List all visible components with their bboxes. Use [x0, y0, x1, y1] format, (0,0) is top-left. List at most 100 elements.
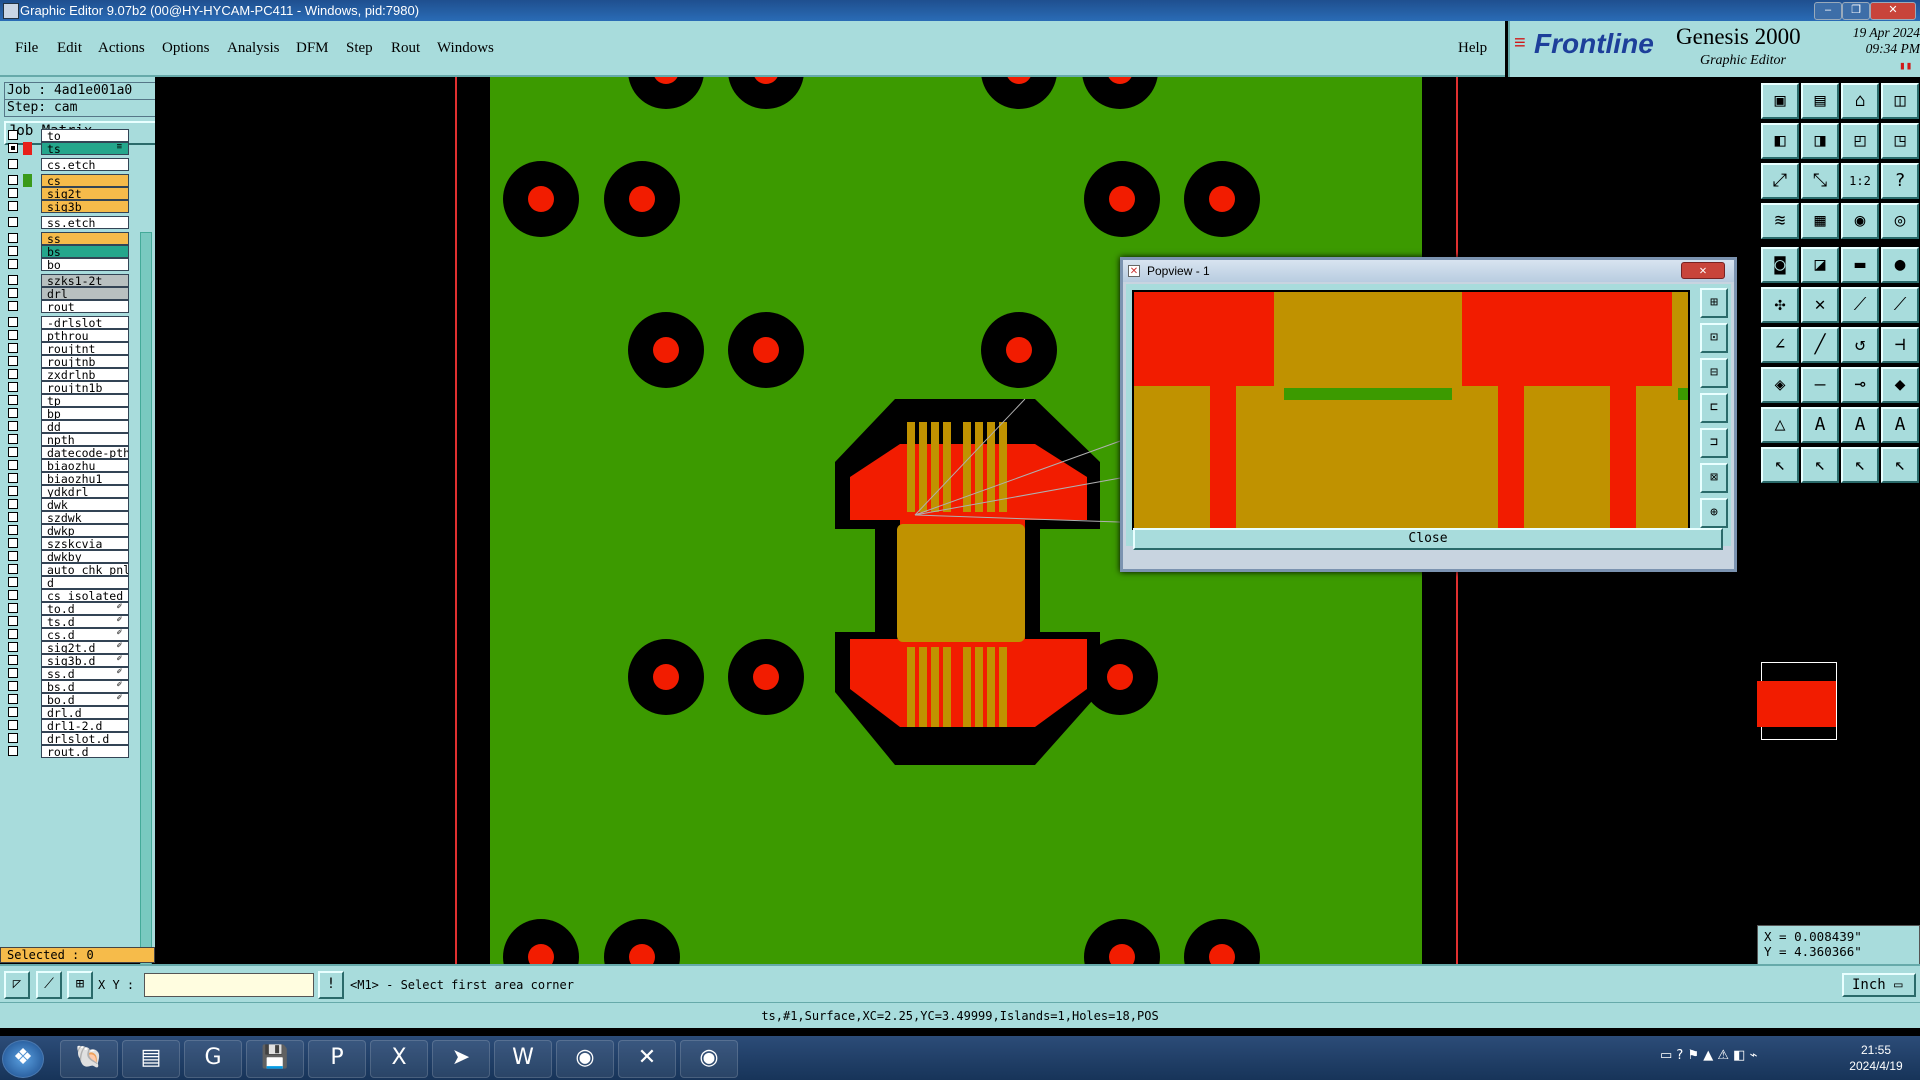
layer-name[interactable]: datecode-pth	[41, 446, 129, 459]
layer-row[interactable]: szks1-2t	[6, 274, 129, 287]
layer-row[interactable]: bs	[6, 245, 129, 258]
layer-row[interactable]: ss.etch	[6, 216, 129, 229]
layer-name[interactable]: drl1-2.d	[41, 719, 129, 732]
layer-checkbox[interactable]	[8, 655, 18, 665]
layer-row[interactable]: bp	[6, 407, 129, 420]
layer-name[interactable]: cs_isolated	[41, 589, 129, 602]
layer-row[interactable]: szdwk	[6, 511, 129, 524]
layer-checkbox[interactable]	[8, 733, 18, 743]
layer-checkbox[interactable]	[8, 356, 18, 366]
layer-row[interactable]: drl	[6, 287, 129, 300]
layer-name[interactable]: ydkdrl	[41, 485, 129, 498]
layer-name[interactable]: szks1-2t	[41, 274, 129, 287]
layer-row[interactable]: biaozhu	[6, 459, 129, 472]
layer-name[interactable]: cs	[41, 174, 129, 187]
layer-row[interactable]: sig3b.d ✐	[6, 654, 129, 667]
popview-zoom-canvas[interactable]	[1132, 290, 1690, 530]
layer-row[interactable]: bo.d ✐	[6, 693, 129, 706]
layer-name[interactable]: dd	[41, 420, 129, 433]
popview-close-button[interactable]: Close	[1133, 528, 1723, 550]
taskbar-app-8[interactable]: W	[494, 1040, 552, 1078]
popview-title-bar[interactable]: ✕ Popview - 1	[1123, 260, 1734, 282]
layer-name[interactable]: pthrou	[41, 329, 129, 342]
layer-checkbox[interactable]	[8, 746, 18, 756]
popview-close-icon[interactable]: ✕	[1681, 262, 1725, 279]
tool-button-19[interactable]: ●	[1881, 247, 1919, 283]
layer-name[interactable]: biaozhu	[41, 459, 129, 472]
layer-row[interactable]: roujtn1b	[6, 381, 129, 394]
layer-name[interactable]: biaozhu1	[41, 472, 129, 485]
layer-row[interactable]: ss	[6, 232, 129, 245]
layer-checkbox[interactable]	[8, 301, 18, 311]
layer-list-scrollbar[interactable]	[140, 232, 152, 1017]
tool-button-17[interactable]: ◪	[1801, 247, 1839, 283]
layer-checkbox[interactable]	[8, 259, 18, 269]
tool-button-27[interactable]: ⊣	[1881, 327, 1919, 363]
tool-button-21[interactable]: ✕	[1801, 287, 1839, 323]
layer-checkbox[interactable]	[8, 143, 18, 153]
layer-checkbox[interactable]	[8, 512, 18, 522]
minimize-button[interactable]: –	[1814, 2, 1842, 20]
layer-row[interactable]: sig3b	[6, 200, 129, 213]
taskbar-app-4[interactable]: 💾	[246, 1040, 304, 1078]
layer-checkbox[interactable]	[8, 486, 18, 496]
layer-row[interactable]: sig2t.d ✐	[6, 641, 129, 654]
layer-checkbox[interactable]	[8, 694, 18, 704]
layer-checkbox[interactable]	[8, 275, 18, 285]
layer-checkbox[interactable]	[8, 642, 18, 652]
popview-tool-button-0[interactable]: ⊞	[1700, 288, 1728, 318]
tool-button-32[interactable]: △	[1761, 407, 1799, 443]
layer-checkbox[interactable]	[8, 434, 18, 444]
layer-name[interactable]: sig2t	[41, 187, 129, 200]
tray-icons[interactable]: ▭ ? ⚑ ▲ ⚠ ◧ ⌁	[1660, 1048, 1757, 1063]
taskbar-clock[interactable]: 21:55 2024/4/19	[1835, 1042, 1917, 1076]
layer-row[interactable]: drlslot.d	[6, 732, 129, 745]
layer-row[interactable]: drl.d	[6, 706, 129, 719]
layer-row[interactable]: sig2t	[6, 187, 129, 200]
layer-checkbox[interactable]	[8, 288, 18, 298]
layer-checkbox[interactable]	[8, 188, 18, 198]
layer-checkbox[interactable]	[8, 681, 18, 691]
layer-name[interactable]: drlslot.d	[41, 732, 129, 745]
tool-button-35[interactable]: A	[1881, 407, 1919, 443]
tool-button-2[interactable]: ⌂	[1841, 83, 1879, 119]
layer-row[interactable]: tp	[6, 394, 129, 407]
layer-name[interactable]: bo	[41, 258, 129, 271]
taskbar-app-2[interactable]: ▤	[122, 1040, 180, 1078]
layer-name[interactable]: -drlslot	[41, 316, 129, 329]
tool-button-25[interactable]: ╱	[1801, 327, 1839, 363]
layer-row[interactable]: bs.d ✐	[6, 680, 129, 693]
layer-checkbox[interactable]	[8, 343, 18, 353]
tool-button-24[interactable]: ∠	[1761, 327, 1799, 363]
menu-rout[interactable]: Rout	[391, 40, 420, 57]
layer-checkbox[interactable]	[8, 564, 18, 574]
tool-button-36[interactable]: ↖	[1761, 447, 1799, 483]
tool-button-10[interactable]: 1:2	[1841, 163, 1879, 199]
layer-row[interactable]: roujtnb	[6, 355, 129, 368]
maximize-button[interactable]: ❐	[1842, 2, 1870, 20]
tool-button-26[interactable]: ↺	[1841, 327, 1879, 363]
tool-button-30[interactable]: ⊸	[1841, 367, 1879, 403]
layer-name[interactable]: sig3b	[41, 200, 129, 213]
layer-row[interactable]: roujtnt	[6, 342, 129, 355]
menu-file[interactable]: File	[15, 40, 38, 57]
menu-options[interactable]: Options	[162, 40, 210, 57]
tool-button-12[interactable]: ≋	[1761, 203, 1799, 239]
layer-row[interactable]: dwk	[6, 498, 129, 511]
layer-checkbox[interactable]	[8, 175, 18, 185]
popview-tool-button-3[interactable]: ⊏	[1700, 393, 1728, 423]
popview-tool-button-4[interactable]: ⊐	[1700, 428, 1728, 458]
tool-button-13[interactable]: ▦	[1801, 203, 1839, 239]
layer-name[interactable]: roujtnb	[41, 355, 129, 368]
menu-windows[interactable]: Windows	[437, 40, 494, 57]
taskbar-app-5[interactable]: P	[308, 1040, 366, 1078]
tool-button-33[interactable]: A	[1801, 407, 1839, 443]
layer-name[interactable]: dwkby	[41, 550, 129, 563]
layer-row[interactable]: to	[6, 129, 129, 142]
layer-row[interactable]: cs.etch	[6, 158, 129, 171]
layer-name[interactable]: ss	[41, 232, 129, 245]
layer-name[interactable]: rout	[41, 300, 129, 313]
tool-button-28[interactable]: ◈	[1761, 367, 1799, 403]
layer-row[interactable]: ts.d ✐	[6, 615, 129, 628]
popview-tool-button-2[interactable]: ⊟	[1700, 358, 1728, 388]
